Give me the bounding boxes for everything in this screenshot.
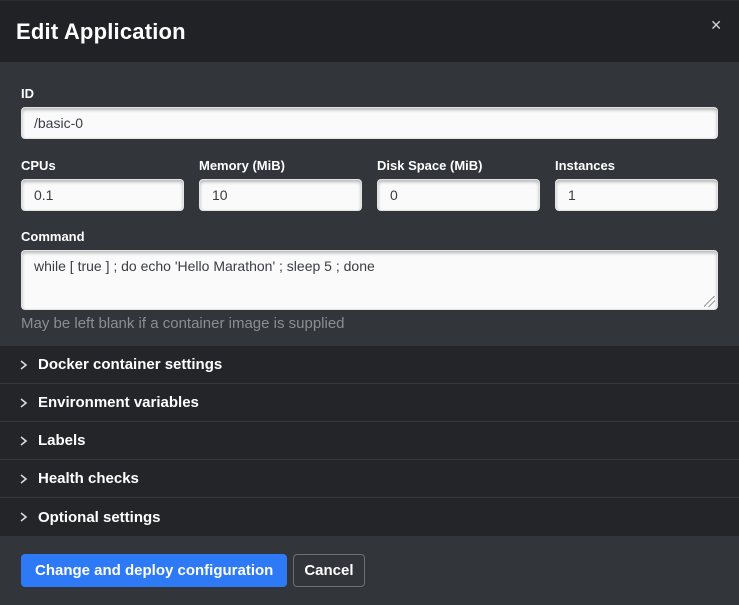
command-help-text: May be left blank if a container image i… <box>21 315 718 332</box>
instances-input[interactable] <box>555 179 718 211</box>
chevron-right-icon <box>18 473 28 485</box>
disk-label: Disk Space (MiB) <box>377 158 540 173</box>
chevron-right-icon <box>18 359 28 371</box>
id-label: ID <box>21 86 718 101</box>
chevron-right-icon <box>18 435 28 447</box>
close-icon[interactable]: ✕ <box>708 16 724 34</box>
resources-row: CPUs Memory (MiB) Disk Space (MiB) Insta… <box>21 158 718 211</box>
section-label: Environment variables <box>38 394 199 411</box>
cpus-field-group: CPUs <box>21 158 184 211</box>
page-title: Edit Application <box>16 19 186 45</box>
chevron-right-icon <box>18 397 28 409</box>
memory-field-group: Memory (MiB) <box>199 158 362 211</box>
disk-input[interactable] <box>377 179 540 211</box>
section-label: Health checks <box>38 470 139 487</box>
memory-label: Memory (MiB) <box>199 158 362 173</box>
section-optional-settings[interactable]: Optional settings <box>0 498 739 536</box>
disk-field-group: Disk Space (MiB) <box>377 158 540 211</box>
command-textarea-wrap: while [ true ] ; do echo 'Hello Marathon… <box>21 250 718 310</box>
section-labels[interactable]: Labels <box>0 422 739 460</box>
cpus-label: CPUs <box>21 158 184 173</box>
modal-footer: Change and deploy configuration Cancel <box>0 536 739 605</box>
section-label: Labels <box>38 432 86 449</box>
section-docker-container-settings[interactable]: Docker container settings <box>0 346 739 384</box>
memory-input[interactable] <box>199 179 362 211</box>
modal-header: Edit Application ✕ <box>0 0 739 62</box>
command-label: Command <box>21 229 718 244</box>
cancel-button[interactable]: Cancel <box>293 554 364 587</box>
command-field-group: Command while [ true ] ; do echo 'Hello … <box>21 229 718 332</box>
section-health-checks[interactable]: Health checks <box>0 460 739 498</box>
cpus-input[interactable] <box>21 179 184 211</box>
id-field-group: ID <box>21 86 718 139</box>
instances-field-group: Instances <box>555 158 718 211</box>
collapsible-sections: Docker container settings Environment va… <box>0 346 739 536</box>
section-label: Optional settings <box>38 509 161 526</box>
change-and-deploy-button[interactable]: Change and deploy configuration <box>21 554 287 587</box>
instances-label: Instances <box>555 158 718 173</box>
resize-handle-icon[interactable] <box>704 296 715 307</box>
command-textarea[interactable]: while [ true ] ; do echo 'Hello Marathon… <box>21 250 718 310</box>
id-input[interactable] <box>21 107 718 139</box>
application-form: ID CPUs Memory (MiB) Disk Space (MiB) In… <box>0 62 739 332</box>
chevron-right-icon <box>18 511 28 523</box>
edit-application-modal: Edit Application ✕ ID CPUs Memory (MiB) … <box>0 0 739 599</box>
section-label: Docker container settings <box>38 356 222 373</box>
section-environment-variables[interactable]: Environment variables <box>0 384 739 422</box>
